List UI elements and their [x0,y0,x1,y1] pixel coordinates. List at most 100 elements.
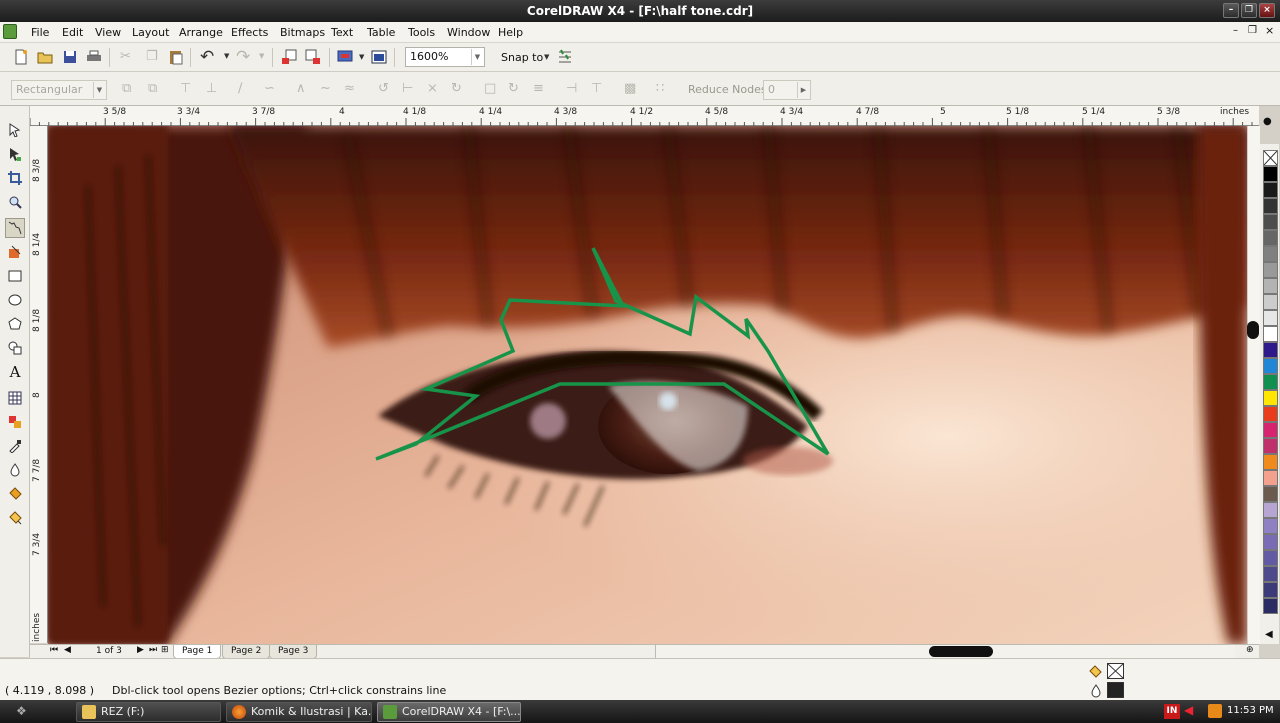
select-all-nodes-icon[interactable]: ∷ [656,81,664,96]
color-swatch[interactable] [1263,326,1278,342]
eyedropper-tool-icon[interactable] [5,436,25,456]
extract-subpath-icon[interactable]: ⨯ [427,81,438,96]
menu-effects[interactable]: Effects [231,26,268,39]
tray-app-icon[interactable] [1208,704,1222,718]
menu-edit[interactable]: Edit [62,26,83,39]
table-tool-icon[interactable] [5,388,25,408]
color-swatch[interactable] [1263,246,1278,262]
no-color-swatch[interactable] [1263,150,1278,166]
stretch-nodes-icon[interactable]: □ [484,81,496,96]
undo-dropdown-icon[interactable]: ▼ [224,52,229,60]
language-indicator[interactable]: IN [1164,704,1180,719]
vertical-scrollbar[interactable] [1247,126,1260,644]
color-swatch[interactable] [1263,470,1278,486]
color-swatch[interactable] [1263,310,1278,326]
previous-page-icon[interactable]: ◀ [64,645,71,655]
print-icon[interactable] [85,48,103,66]
color-swatch[interactable] [1263,230,1278,246]
break-curve-icon[interactable]: ⊥ [206,81,217,96]
cut-icon[interactable]: ✂ [120,49,131,64]
add-page-icon[interactable]: ⊞ [161,645,169,655]
close-button[interactable]: × [1259,3,1275,18]
paste-icon[interactable] [167,48,185,66]
freehand-tool-icon[interactable] [5,218,25,238]
crop-tool-icon[interactable] [5,168,25,188]
horizontal-ruler[interactable]: 3 5/8 3 3/4 3 7/8 4 4 1/8 4 1/4 4 3/8 4 … [30,106,1259,126]
join-nodes-icon[interactable]: ⊤ [180,81,191,96]
outline-tool-icon[interactable] [5,460,25,480]
welcome-screen-icon[interactable] [370,48,388,66]
shape-tool-icon[interactable] [5,144,25,164]
zoom-tool-icon[interactable] [5,192,25,212]
doc-close-button[interactable]: × [1265,24,1274,37]
curve-smoothness-slider-icon[interactable]: ▶ [797,82,809,98]
import-icon[interactable] [280,48,298,66]
undo-icon[interactable]: ↶ [200,47,214,67]
snap-to-button[interactable]: Snap to [501,51,543,64]
menu-text[interactable]: Text [331,26,353,39]
delete-node-icon[interactable]: ⧉ [148,81,157,96]
page-tab[interactable]: Page 2 [222,645,271,659]
color-swatch[interactable] [1263,454,1278,470]
rotate-nodes-icon[interactable]: ↻ [508,81,519,96]
menu-tools[interactable]: Tools [408,26,435,39]
traced-curve[interactable] [375,247,830,461]
color-swatch[interactable] [1263,406,1278,422]
symmetrical-node-icon[interactable]: ≈ [344,81,355,96]
drawing-canvas[interactable] [48,126,1247,644]
color-swatch[interactable] [1263,182,1278,198]
color-swatch[interactable] [1263,438,1278,454]
start-button[interactable]: ❖ [16,704,27,718]
menu-window[interactable]: Window [447,26,490,39]
page-tab[interactable]: Page 3 [269,645,318,659]
tray-arrow-icon[interactable]: ◀ [1184,703,1193,717]
restore-button[interactable]: ❐ [1241,3,1257,18]
smooth-node-icon[interactable]: ∼ [320,81,331,96]
taskbar-item-firefox[interactable]: Komik & Ilustrasi | Ka... [226,702,372,722]
add-node-icon[interactable]: ⧉ [122,81,131,96]
page-tab[interactable]: Page 1 [173,645,222,659]
text-tool-icon[interactable]: A [5,362,25,382]
horizontal-scrollbar[interactable] [655,645,1235,658]
color-swatch[interactable] [1263,390,1278,406]
doc-restore-button[interactable]: ❐ [1248,25,1257,36]
auto-close-icon[interactable]: ↻ [451,81,462,96]
menu-file[interactable]: File [31,26,49,39]
to-curve-icon[interactable]: ∽ [264,81,275,96]
color-swatch[interactable] [1263,214,1278,230]
color-swatch[interactable] [1263,374,1278,390]
next-page-icon[interactable]: ▶ [137,645,144,655]
cusp-node-icon[interactable]: ∧ [296,81,306,96]
horizontal-scroll-thumb[interactable] [929,646,993,657]
selection-mode-dropdown-icon[interactable]: ▼ [93,82,105,98]
zoom-dropdown-icon[interactable]: ▼ [471,49,483,65]
curve-smoothness-field[interactable]: 0 ▶ [763,80,811,100]
color-swatch[interactable] [1263,262,1278,278]
color-swatch[interactable] [1263,278,1278,294]
export-icon[interactable] [304,48,322,66]
snap-to-dropdown-icon[interactable]: ▼ [544,53,549,61]
save-icon[interactable] [61,48,79,66]
fill-none-swatch[interactable] [1107,663,1124,679]
menu-table[interactable]: Table [367,26,395,39]
color-swatch[interactable] [1263,566,1278,582]
taskbar-item-coreldraw[interactable]: CorelDRAW X4 - [F:\... [377,702,521,722]
application-launcher-icon[interactable] [336,48,354,66]
color-swatch[interactable] [1263,550,1278,566]
vertical-ruler[interactable]: 8 3/8 8 1/4 8 1/8 8 7 7/8 7 3/4 inches [30,126,48,643]
menu-layout[interactable]: Layout [132,26,169,39]
navigator-icon[interactable]: ⊕ [1246,645,1254,655]
menu-help[interactable]: Help [498,26,523,39]
color-swatch[interactable] [1263,358,1278,374]
palette-expand-icon[interactable]: ◀ [1265,629,1273,640]
basic-shapes-tool-icon[interactable] [5,338,25,358]
color-swatch[interactable] [1263,486,1278,502]
new-document-icon[interactable] [12,48,30,66]
taskbar-item-explorer[interactable]: REZ (F:) [76,702,221,722]
align-nodes-icon[interactable]: ≡ [533,81,544,96]
color-swatch[interactable] [1263,534,1278,550]
selection-mode-select[interactable]: Rectangular ▼ [11,80,107,100]
polygon-tool-icon[interactable] [5,314,25,334]
scroll-thumb[interactable] [1247,321,1259,339]
ellipse-tool-icon[interactable] [5,290,25,310]
